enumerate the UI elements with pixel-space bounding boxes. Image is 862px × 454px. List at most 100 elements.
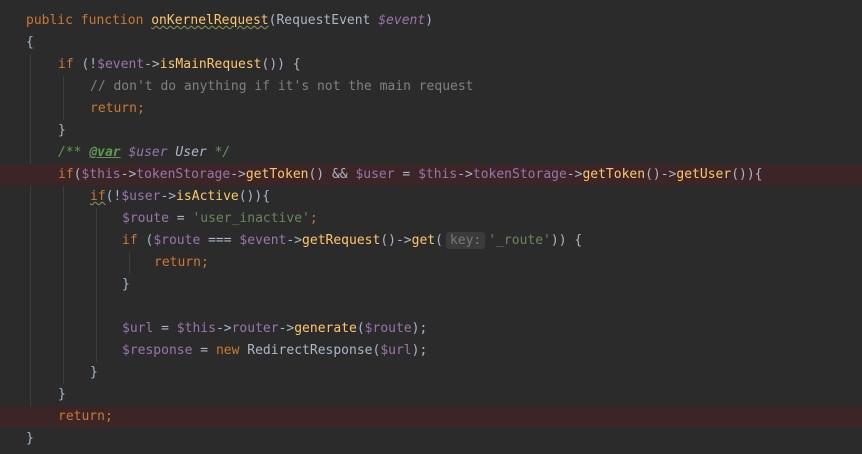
code-token: ()-> xyxy=(380,233,412,248)
code-token: return xyxy=(154,255,201,270)
code-token: (RequestEvent xyxy=(268,13,379,28)
code-token: $user xyxy=(128,145,168,160)
code-token: $event xyxy=(239,233,287,248)
code-token: generate xyxy=(294,321,357,336)
code-token: User xyxy=(167,145,215,160)
code-text: } xyxy=(58,120,66,142)
code-token: -> xyxy=(160,189,177,204)
code-token: return xyxy=(90,101,137,116)
code-token: === xyxy=(200,233,240,248)
code-token: -> xyxy=(230,167,246,182)
code-line-highlighted: if($this->tokenStorage->getToken() && $u… xyxy=(0,164,862,186)
code-token: $response xyxy=(122,343,193,358)
code-token: (! xyxy=(81,57,98,72)
code-token: public function xyxy=(26,13,152,28)
code-token: @var xyxy=(89,145,121,160)
code-token: ; xyxy=(309,211,318,226)
code-token: -> xyxy=(457,167,473,182)
code-token: if xyxy=(58,57,82,72)
code-token: ); xyxy=(411,321,428,336)
code-token: = xyxy=(153,321,177,336)
code-token: '_route' xyxy=(488,233,551,248)
code-token: $this xyxy=(81,167,121,182)
code-token: $route xyxy=(364,321,412,336)
code-token: getUser xyxy=(676,167,732,182)
code-token: ( xyxy=(435,233,443,248)
code-token: ()-> xyxy=(645,167,677,182)
code-token: new xyxy=(215,343,248,358)
code-token: $user xyxy=(355,167,395,182)
code-line: // don't do anything if it's not the mai… xyxy=(0,76,862,98)
code-token: if xyxy=(58,167,74,182)
code-token: = xyxy=(168,211,193,226)
code-line: public function onKernelRequest(RequestE… xyxy=(0,10,862,32)
code-text: // don't do anything if it's not the mai… xyxy=(90,76,474,98)
code-token: tokenStorage xyxy=(136,167,231,182)
code-token: */ xyxy=(214,145,231,160)
code-line: $response = new RedirectResponse($url); xyxy=(0,340,862,362)
code-token: 'user_inactive' xyxy=(192,211,310,226)
code-token: ); xyxy=(411,343,428,358)
code-token: -> xyxy=(144,57,160,72)
code-text: } xyxy=(26,428,34,450)
code-text: /** @var $user User */ xyxy=(58,142,230,164)
code-token: if xyxy=(122,233,146,248)
code-token: ; xyxy=(136,101,145,116)
code-token: = xyxy=(192,343,216,358)
code-token: ; xyxy=(104,409,113,424)
code-text: $response = new RedirectResponse($url); xyxy=(122,340,427,362)
code-token: tokenStorage xyxy=(472,167,567,182)
code-token: $url xyxy=(380,343,412,358)
code-line: $route = 'user_inactive'; xyxy=(0,208,862,230)
code-line: } xyxy=(0,120,862,142)
code-token: } xyxy=(26,431,34,446)
code-token: RedirectResponse( xyxy=(247,343,381,358)
code-token: getToken xyxy=(245,167,309,182)
code-line: } xyxy=(0,428,862,450)
code-token: get xyxy=(411,233,436,248)
code-token: ( xyxy=(356,321,365,336)
code-token: )) { xyxy=(550,233,583,248)
code-token: return xyxy=(58,409,105,424)
code-line: if ($route === $event->getRequest()->get… xyxy=(0,230,862,252)
code-token: $event xyxy=(97,57,145,72)
code-token: getRequest xyxy=(302,233,381,248)
code-token: router xyxy=(231,321,279,336)
code-token: $event xyxy=(378,13,426,28)
code-token: } xyxy=(58,387,66,402)
code-text: $route = 'user_inactive'; xyxy=(122,208,318,230)
code-token: $route xyxy=(122,211,169,226)
code-token: // don't do anything if it's not the mai… xyxy=(90,79,474,94)
code-token: ; xyxy=(200,255,209,270)
code-token: { xyxy=(26,35,34,50)
code-line: /** @var $user User */ xyxy=(0,142,862,164)
code-line: return; xyxy=(0,98,862,120)
code-text: public function onKernelRequest(RequestE… xyxy=(26,10,433,32)
code-text: return; xyxy=(154,252,209,274)
code-line: if(!$user->isActive()){ xyxy=(0,186,862,208)
code-text: if(!$user->isActive()){ xyxy=(90,186,270,208)
code-line: { xyxy=(0,32,862,54)
code-text: return; xyxy=(58,406,113,428)
code-token: ) xyxy=(425,13,434,28)
code-token: ()){ xyxy=(238,189,271,204)
code-text: if (!$event->isMainRequest()) { xyxy=(58,54,301,76)
code-token: -> xyxy=(286,233,303,248)
code-token: getToken xyxy=(582,167,646,182)
code-text: if($this->tokenStorage->getToken() && $u… xyxy=(58,164,763,186)
code-line: } xyxy=(0,274,862,296)
code-line: $url = $this->router->generate($route); xyxy=(0,318,862,340)
code-token: } xyxy=(122,277,130,292)
code-text: } xyxy=(122,274,130,296)
code-token: ()){ xyxy=(731,167,763,182)
code-token: ()) { xyxy=(261,57,301,72)
code-token: -> xyxy=(566,167,583,182)
code-editor[interactable]: public function onKernelRequest(RequestE… xyxy=(0,0,862,454)
code-token: isMainRequest xyxy=(159,57,262,72)
code-line: if (!$event->isMainRequest()) { xyxy=(0,54,862,76)
code-token: (! xyxy=(105,189,122,204)
code-token: -> xyxy=(215,321,232,336)
code-line: } xyxy=(0,384,862,406)
code-token: /** xyxy=(58,145,90,160)
code-token: = xyxy=(394,167,419,182)
